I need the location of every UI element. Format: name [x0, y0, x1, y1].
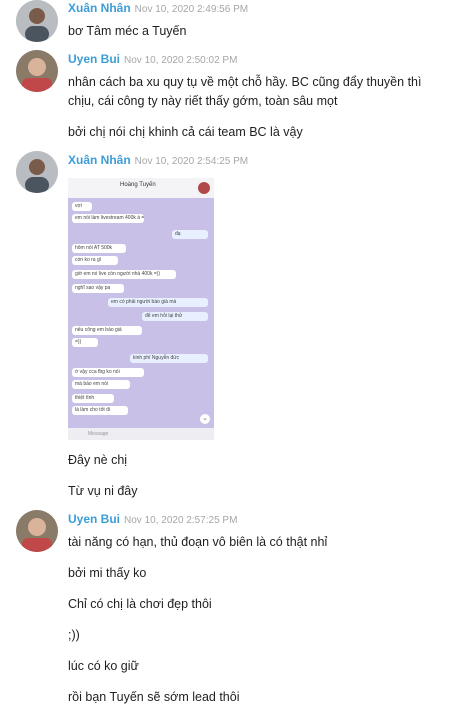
- screenshot-input-placeholder: Message: [88, 431, 109, 437]
- sender-name[interactable]: Xuân Nhân: [68, 153, 131, 167]
- message-text: nhân cách ba xu quy tụ về một chỗ hầy. B…: [68, 75, 422, 108]
- message-text: tài năng có hạn, thủ đoạn vô biên là có …: [68, 535, 328, 549]
- chat-bubble: để em hỏi lại thử: [142, 312, 208, 321]
- chat-bubble: vợi: [72, 202, 92, 211]
- screenshot-header: Hoàng Tuyến: [68, 178, 214, 198]
- message-text: Chỉ có chị là chơi đẹp thôi: [68, 597, 212, 611]
- message-text: lúc có ko giữ: [68, 659, 139, 673]
- chat-bubble: còn ko ra gì: [72, 256, 118, 265]
- chat-bubble: em có phải người báo giá mà: [108, 298, 208, 307]
- chat-bubble: hôm nói AT 500k: [72, 244, 126, 253]
- timestamp: Nov 10, 2020 2:54:25 PM: [134, 156, 249, 167]
- message-text: ;)): [68, 628, 80, 642]
- sender-name[interactable]: Uyen Bui: [68, 52, 120, 66]
- avatar[interactable]: [16, 50, 58, 92]
- chat-bubble: nghĩ sao vậy pa: [72, 284, 124, 293]
- message-header: Xuân Nhân Nov 10, 2020 2:49:56 PM: [68, 1, 248, 17]
- chat-bubble: giờ em nó live còn người nhà 400k =)): [72, 270, 176, 279]
- message-header: Xuân Nhân Nov 10, 2020 2:54:25 PM: [68, 153, 248, 169]
- sender-name[interactable]: Uyen Bui: [68, 512, 120, 526]
- scroll-down-icon: ⌄: [200, 414, 210, 424]
- message-text: Từ vụ ni đây: [68, 484, 138, 498]
- timestamp: Nov 10, 2020 2:57:25 PM: [124, 515, 238, 526]
- timestamp: Nov 10, 2020 2:50:02 PM: [124, 55, 238, 66]
- avatar[interactable]: [16, 0, 58, 42]
- avatar[interactable]: [16, 151, 58, 193]
- chat-bubble: em nói làm livestream 400k à =)): [72, 214, 144, 223]
- timestamp: Nov 10, 2020 2:49:56 PM: [134, 4, 249, 15]
- message-header: Uyen Bui Nov 10, 2020 2:57:25 PM: [68, 512, 237, 528]
- chat-bubble: nếu công em báo giá: [72, 326, 142, 335]
- chat-bubble: ờ vậy cca fbg ko nói: [72, 368, 144, 377]
- avatar: [198, 182, 210, 194]
- message-header: Uyen Bui Nov 10, 2020 2:50:02 PM: [68, 52, 237, 68]
- screenshot-input-bar: Message: [68, 428, 214, 440]
- chat-bubble: là làm cho tốt đi: [72, 406, 128, 415]
- message-text: bởi chị nói chị khinh cả cái team BC là …: [68, 125, 303, 139]
- chat-bubble: thiệt tình: [72, 394, 114, 403]
- chat-bubble: kinh phí Nguyễn đức: [130, 354, 208, 363]
- avatar[interactable]: [16, 510, 58, 552]
- chat-bubble: đạ: [172, 230, 208, 239]
- sender-name[interactable]: Xuân Nhân: [68, 1, 131, 15]
- message-text: bởi mi thấy ko: [68, 566, 147, 580]
- chat-bubble: =)): [72, 338, 98, 347]
- message-text: bơ Tâm méc a Tuyến: [68, 24, 187, 38]
- chat-bubble: mà báo em nói: [72, 380, 130, 389]
- message-text: Đây nè chị: [68, 453, 128, 467]
- message-text: rồi bạn Tuyến sẽ sớm lead thôi: [68, 690, 240, 704]
- attached-screenshot[interactable]: Hoàng Tuyến vợi em nói làm livestream 40…: [68, 178, 214, 440]
- screenshot-contact: Hoàng Tuyến: [120, 182, 156, 188]
